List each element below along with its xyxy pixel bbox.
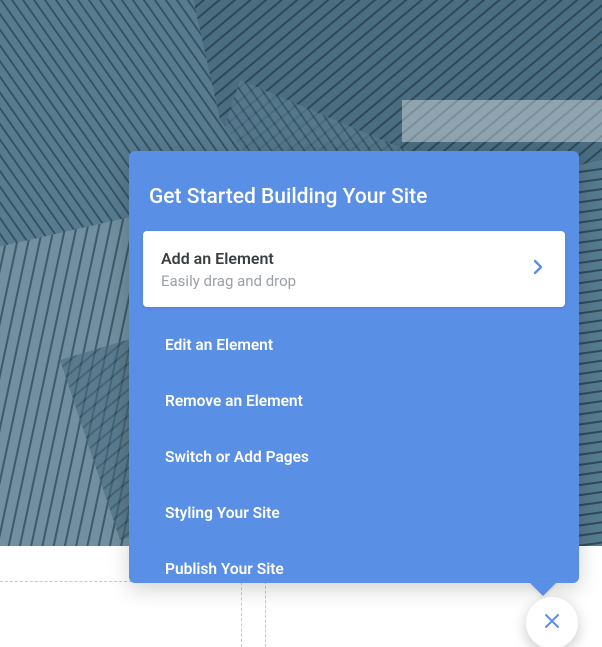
hero-overlay-panel — [402, 100, 602, 142]
chevron-right-icon — [533, 259, 543, 279]
popover-item-switch-pages[interactable]: Switch or Add Pages — [129, 429, 579, 485]
page: Get Started Building Your Site Add an El… — [0, 0, 602, 647]
popover-tail — [529, 582, 557, 596]
popover-item-publish[interactable]: Publish Your Site — [129, 541, 579, 597]
popover-item-title: Add an Element — [161, 249, 547, 268]
close-icon — [542, 611, 562, 635]
popover-item-add-element[interactable]: Add an Element Easily drag and drop — [143, 231, 565, 307]
popover-item-subtitle: Easily drag and drop — [161, 272, 547, 290]
popover-item-styling[interactable]: Styling Your Site — [129, 485, 579, 541]
popover-title: Get Started Building Your Site — [129, 151, 579, 231]
get-started-popover: Get Started Building Your Site Add an El… — [129, 151, 579, 583]
popover-items: Edit an Element Remove an Element Switch… — [129, 307, 579, 597]
popover-item-remove-element[interactable]: Remove an Element — [129, 373, 579, 429]
close-popover-button[interactable] — [526, 597, 578, 647]
popover-item-edit-element[interactable]: Edit an Element — [129, 317, 579, 373]
